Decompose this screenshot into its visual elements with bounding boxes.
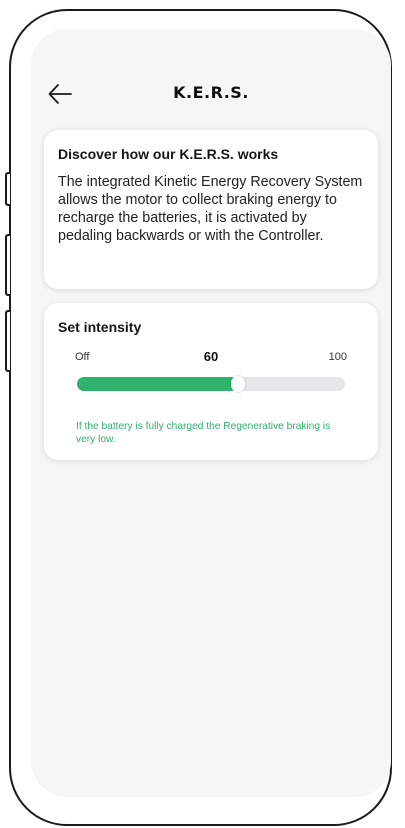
side-button-action [5, 172, 10, 206]
intensity-value: 60 [203, 349, 219, 364]
intensity-slider[interactable] [77, 376, 345, 392]
app-screen: K.E.R.S. Discover how our K.E.R.S. works… [31, 29, 391, 797]
phone-frame: K.E.R.S. Discover how our K.E.R.S. works… [0, 0, 405, 828]
intensity-note: If the battery is fully charged the Rege… [76, 421, 331, 445]
intensity-card-title: Set intensity [58, 319, 142, 335]
side-button-volume-down [5, 310, 10, 372]
intensity-scale: Off 60 100 [75, 349, 347, 365]
intensity-card: Set intensity Off 60 100 If the battery … [44, 303, 378, 460]
info-card-body: The integrated Kinetic Energy Recovery S… [58, 174, 363, 244]
info-card-title: Discover how our K.E.R.S. works [58, 146, 279, 162]
header: K.E.R.S. [31, 79, 391, 109]
slider-fill [77, 377, 238, 391]
side-button-volume-up [5, 234, 10, 296]
page-title: K.E.R.S. [173, 83, 249, 102]
scale-max-label: 100 [328, 351, 347, 363]
info-card: Discover how our K.E.R.S. works The inte… [44, 130, 378, 289]
slider-thumb[interactable] [230, 376, 245, 392]
